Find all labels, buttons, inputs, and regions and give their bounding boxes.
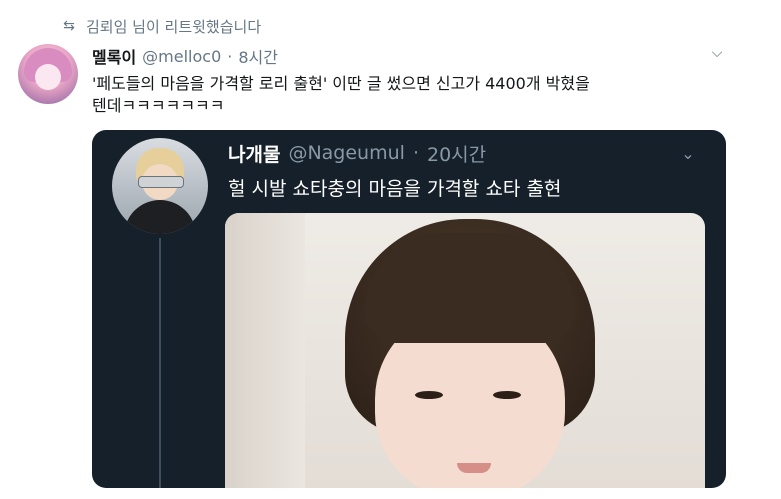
quoted-separator-dot: · bbox=[412, 142, 419, 164]
retweet-indicator: ⇆ 김뢰임 님이 리트윗했습니다 bbox=[60, 16, 261, 36]
tweet-text: '페도들의 마음을 가격할 로리 출현' 이딴 글 썼으면 신고가 4400개 … bbox=[92, 74, 590, 115]
tweet-header: 멜록이 @melloc0 · 8시간 bbox=[92, 44, 732, 68]
timestamp[interactable]: 8시간 bbox=[238, 44, 278, 68]
avatar[interactable] bbox=[18, 44, 78, 104]
thread-line bbox=[159, 238, 161, 488]
separator-dot: · bbox=[227, 46, 233, 66]
quoted-timestamp[interactable]: 20시간 bbox=[427, 140, 486, 167]
chevron-down-icon[interactable]: ⌵ bbox=[708, 44, 726, 62]
user-handle[interactable]: @melloc0 bbox=[142, 47, 221, 66]
sunglasses-icon bbox=[138, 176, 184, 188]
quoted-tweet-text: 헐 시발 쇼타충의 마음을 가격할 쇼타 출현 bbox=[228, 178, 562, 200]
quoted-avatar[interactable] bbox=[112, 138, 208, 234]
retweet-label[interactable]: 김뢰임 님이 리트윗했습니다 bbox=[86, 16, 261, 37]
display-name[interactable]: 멜록이 bbox=[92, 44, 136, 68]
quoted-user-handle[interactable]: @Nageumul bbox=[288, 142, 404, 164]
quoted-tweet-card[interactable]: 나개물 @Nageumul · 20시간 ⌄ 헐 시발 쇼타충의 마음을 가격할… bbox=[92, 130, 726, 488]
quoted-display-name[interactable]: 나개물 bbox=[228, 140, 280, 167]
quoted-chevron-down-icon[interactable]: ⌄ bbox=[678, 144, 698, 164]
quoted-header: 나개물 @Nageumul · 20시간 bbox=[228, 140, 486, 166]
quoted-photo[interactable] bbox=[225, 213, 705, 488]
retweet-icon: ⇆ bbox=[63, 18, 75, 34]
